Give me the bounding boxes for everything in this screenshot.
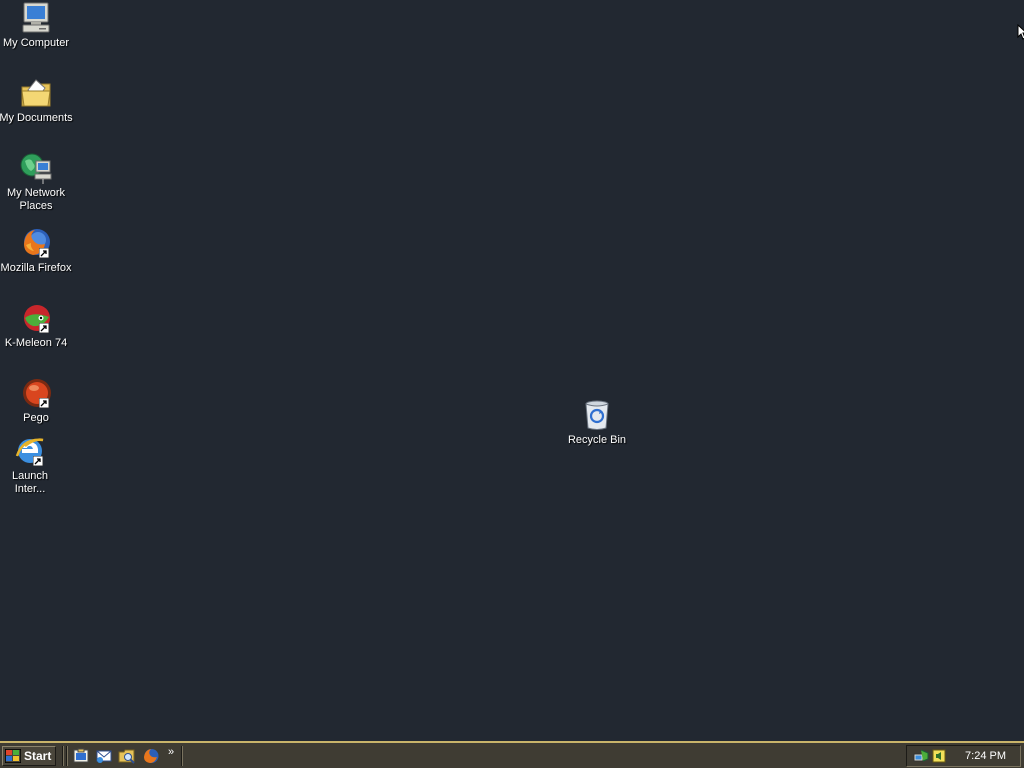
mouse-cursor-icon <box>1017 24 1024 40</box>
my-computer-icon <box>22 2 50 33</box>
desktop-icon-label: Pego <box>23 412 49 424</box>
desktop-icon-label: My Network Places <box>6 187 66 212</box>
shortcut-arrow-icon <box>39 323 49 333</box>
taskbar-separator <box>66 746 68 766</box>
explorer-icon[interactable] <box>118 747 136 765</box>
desktop-icon-recycle-bin[interactable]: Recycle Bin <box>559 398 635 447</box>
desktop-icon-my-network-places[interactable]: My Network Places <box>0 151 74 213</box>
desktop-icon-pego[interactable]: Pego <box>0 376 74 425</box>
desktop-icon-label: Launch Inter... <box>11 470 49 495</box>
quick-launch-chevron-icon[interactable]: » <box>168 746 174 758</box>
desktop-icon-label: Mozilla Firefox <box>0 262 72 274</box>
shortcut-arrow-icon <box>39 248 49 258</box>
taskbar-separator <box>181 746 183 766</box>
volume-icon[interactable] <box>931 748 947 764</box>
desktop[interactable]: My Computer My Documents My Network Plac… <box>0 0 1024 741</box>
taskbar-separator <box>62 746 64 766</box>
desktop-icon-label: My Computer <box>2 37 70 49</box>
desktop-icon-my-documents[interactable]: My Documents <box>0 76 74 125</box>
firefox-icon[interactable] <box>142 747 160 765</box>
taskbar: Start » 7:24 PM <box>0 741 1024 768</box>
shortcut-arrow-icon <box>39 398 49 408</box>
desktop-icon-label: Recycle Bin <box>567 434 627 446</box>
outlook-express-icon[interactable] <box>95 747 113 765</box>
desktop-icon-label: My Documents <box>0 112 73 124</box>
desktop-icon-k-meleon[interactable]: K-Meleon 74 <box>0 301 74 350</box>
desktop-icon-launch-internet-explorer[interactable]: Launch Inter... <box>0 434 68 496</box>
start-label: Start <box>24 749 52 763</box>
network-icon[interactable] <box>913 748 929 764</box>
desktop-icon-my-computer[interactable]: My Computer <box>0 1 74 50</box>
clock[interactable]: 7:24 PM <box>965 750 1006 762</box>
show-desktop-icon[interactable] <box>72 747 90 765</box>
windows-flag-icon <box>5 749 21 763</box>
my-documents-icon <box>21 79 51 107</box>
system-tray: 7:24 PM <box>906 745 1021 767</box>
desktop-icon-mozilla-firefox[interactable]: Mozilla Firefox <box>0 226 74 275</box>
recycle-bin-icon <box>585 400 609 430</box>
my-network-places-icon <box>20 153 52 184</box>
shortcut-arrow-icon <box>33 456 43 466</box>
desktop-icon-label: K-Meleon 74 <box>4 337 68 349</box>
start-button[interactable]: Start <box>2 746 56 766</box>
